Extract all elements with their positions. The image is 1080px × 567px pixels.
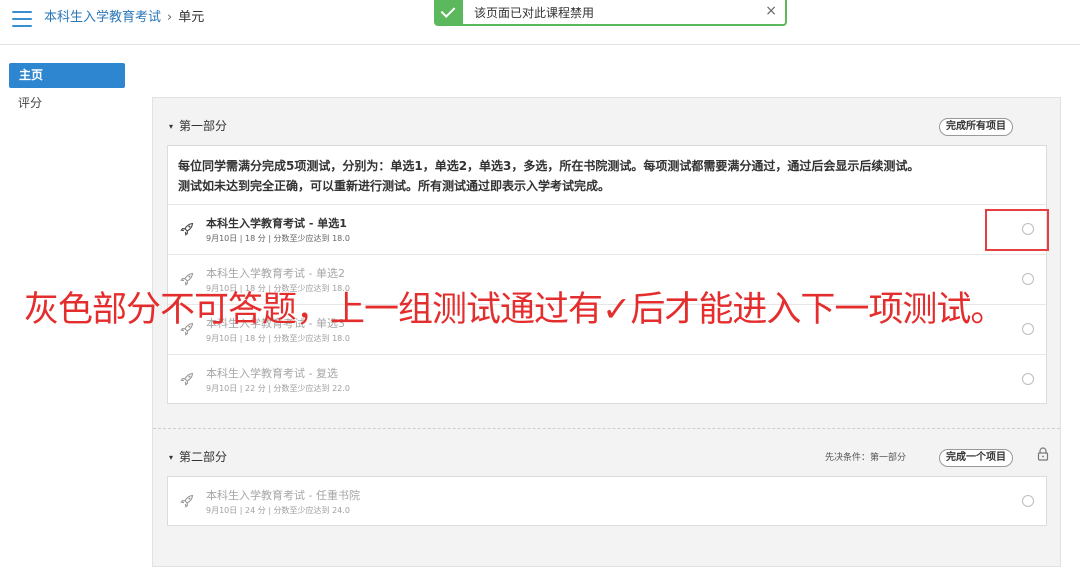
module-item-title[interactable]: 本科生入学教育考试 - 单选1 — [206, 215, 347, 231]
module-header-section2[interactable]: ▾ 第二部分 先决条件：第一部分 完成一个项目 — [169, 447, 1049, 467]
module-item-details: 9月10日 | 18 分 | 分数至少应达到 18.0 — [206, 334, 350, 343]
rocket-icon — [180, 272, 194, 286]
module-item-details: 9月10日 | 18 分 | 分数至少应达到 18.0 — [206, 234, 350, 243]
module-items-section2: 本科生入学教育考试 - 任重书院 9月10日 | 24 分 | 分数至少应达到 … — [167, 476, 1047, 526]
check-icon — [436, 0, 463, 24]
lock-icon — [1037, 447, 1049, 461]
description-line: 测试如未达到完全正确，可以重新进行测试。所有测试通过即表示入学考试完成。 — [178, 179, 611, 193]
rocket-icon — [180, 222, 194, 236]
sidebar-item-grades[interactable]: 评分 — [9, 92, 125, 114]
module-item-title: 本科生入学教育考试 - 单选2 — [206, 267, 345, 280]
module-item-title: 本科生入学教育考试 - 复选 — [206, 367, 338, 380]
toast-message: 该页面已对此课程禁用 — [474, 6, 595, 20]
sidebar-item-home[interactable]: 主页 — [9, 63, 125, 88]
rocket-icon — [180, 372, 194, 386]
close-icon[interactable]: × — [765, 3, 777, 19]
description-line: 每位同学需满分完成5项测试，分别为：单选1，单选2，单选3，多选，所在书院测试。… — [178, 159, 920, 173]
completion-status-icon — [1022, 495, 1034, 507]
breadcrumb-course-link[interactable]: 本科生入学教育考试 — [44, 10, 161, 25]
module-item-details: 9月10日 | 22 分 | 分数至少应达到 22.0 — [206, 384, 350, 393]
notification-toast: 该页面已对此课程禁用 × — [434, 0, 787, 26]
hamburger-icon[interactable] — [12, 11, 32, 27]
module-item-details: 9月10日 | 24 分 | 分数至少应达到 24.0 — [206, 506, 350, 515]
breadcrumb-current: 单元 — [178, 10, 205, 25]
prerequisite-label: 先决条件：第一部分 — [824, 453, 906, 463]
completion-requirement-badge: 完成所有项目 — [939, 118, 1013, 136]
highlight-box — [985, 209, 1049, 251]
collapse-icon[interactable]: ▾ — [169, 122, 173, 131]
completion-status-icon — [1022, 273, 1034, 285]
module-item: 本科生入学教育考试 - 任重书院 9月10日 | 24 分 | 分数至少应达到 … — [168, 477, 1046, 527]
breadcrumb-separator: › — [167, 10, 173, 25]
rocket-icon — [180, 494, 194, 508]
module-description: 每位同学需满分完成5项测试，分别为：单选1，单选2，单选3，多选，所在书院测试。… — [168, 146, 1046, 205]
completion-requirement-badge: 完成一个项目 — [939, 449, 1013, 467]
module-item-title: 本科生入学教育考试 - 任重书院 — [206, 489, 360, 502]
module-header-section1[interactable]: ▾ 第一部分 完成所有项目 — [169, 116, 1049, 136]
module-item[interactable]: 本科生入学教育考试 - 单选1 9月10日 | 18 分 | 分数至少应达到 1… — [168, 205, 1046, 255]
module-items-section1: 每位同学需满分完成5项测试，分别为：单选1，单选2，单选3，多选，所在书院测试。… — [167, 145, 1047, 404]
collapse-icon[interactable]: ▾ — [169, 453, 173, 462]
module-divider — [153, 428, 1060, 429]
module-title: 第二部分 — [179, 450, 228, 464]
course-sidebar: 主页 评分 — [9, 63, 125, 114]
module-title: 第一部分 — [179, 119, 228, 133]
module-item: 本科生入学教育考试 - 复选 9月10日 | 22 分 | 分数至少应达到 22… — [168, 355, 1046, 405]
annotation-text: 灰色部分不可答题，上一组测试通过有✓后才能进入下一项测试。 — [24, 290, 1005, 330]
breadcrumb: 本科生入学教育考试 › 单元 — [44, 9, 204, 27]
completion-status-icon — [1022, 373, 1034, 385]
